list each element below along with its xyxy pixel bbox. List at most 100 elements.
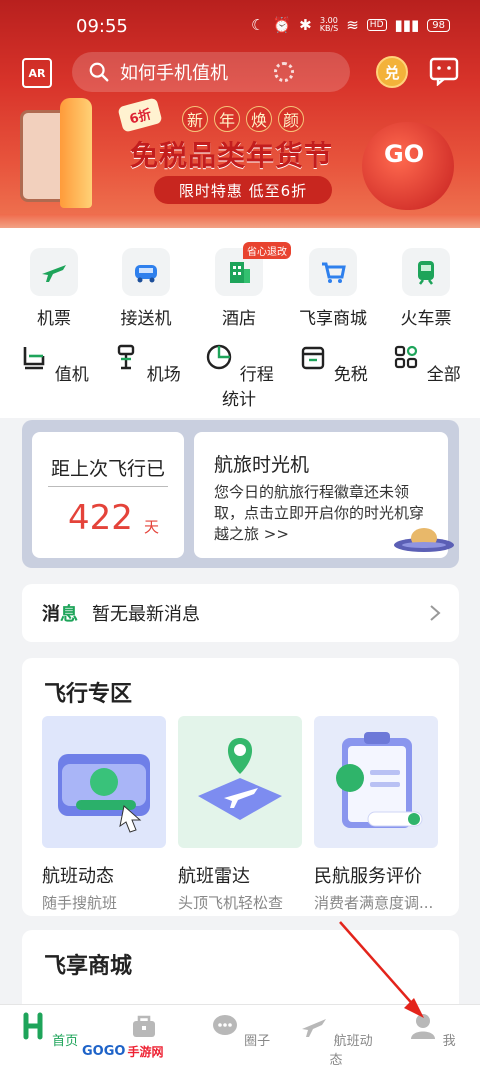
banner-subtitle: 限时特惠 低至6折 (154, 176, 332, 204)
net-speed: 3.00 KB/S (319, 16, 339, 33)
tab-me[interactable]: 我 (392, 1011, 472, 1049)
service-airport-transfer[interactable]: 接送机 (106, 248, 186, 329)
banner-char: 颜 (278, 106, 304, 132)
flight-status-card[interactable]: 航班动态 随手搜航班 (42, 716, 166, 913)
all-grid-icon (395, 345, 418, 369)
tab-flight-status[interactable]: 航班动态 (296, 1011, 376, 1068)
banner-char: 新 (182, 106, 208, 132)
plane-ticket-icon (30, 248, 78, 296)
bag-icon (133, 1015, 155, 1037)
service-badge: 省心退改 (243, 242, 291, 259)
card-title: 民航服务评价 (314, 866, 422, 887)
time-machine-card[interactable]: 距上次飞行已 422 天 航旅时光机 您今日的航旅行程徽章还未领取，点击立即开启… (22, 420, 459, 568)
alarm-icon: ⏰ (272, 16, 292, 34)
go-text: GO (384, 140, 425, 168)
service-label: 值机 (54, 365, 89, 385)
duty-free-shop-icon (302, 346, 325, 370)
airport-icon (118, 344, 135, 370)
service-checkin[interactable]: 值机 (14, 342, 94, 385)
section-title: 飞行专区 (44, 682, 133, 707)
service-trip-stats[interactable]: 行程统计 (199, 342, 279, 410)
ufo-icon (394, 528, 454, 552)
search-icon (89, 62, 109, 82)
service-flight-ticket[interactable]: 机票 (14, 248, 94, 329)
battery-icon: 98 (427, 18, 450, 32)
service-label: 免税 (333, 365, 368, 385)
service-label: 接送机 (120, 309, 172, 329)
card-subtitle: 消费者满意度调... (314, 894, 434, 912)
service-label: 酒店 (222, 309, 256, 329)
time-machine-title: 航旅时光机 (214, 454, 310, 476)
perfume-illustration (60, 98, 92, 208)
flight-zone-section: 飞行专区 航班动态 随手搜航班 航班雷达 头顶飞机轻松查 民航服务评价 消费者满… (22, 658, 459, 916)
card-title: 航班动态 (42, 866, 114, 887)
flight-radar-card[interactable]: 航班雷达 头顶飞机轻松查 (178, 716, 302, 913)
service-shop[interactable]: 飞享商城 (293, 248, 373, 329)
news-tag-part1: 消 (42, 604, 60, 625)
days-since-flight: 距上次飞行已 422 天 (32, 432, 184, 558)
chat-bubble-icon (212, 1015, 237, 1035)
moon-icon: ☾ (250, 16, 265, 34)
signal-icon: ▮▮▮ (394, 16, 420, 34)
wifi-icon: ≋ (346, 16, 359, 34)
tab-label: 航班动态 (329, 1034, 373, 1068)
service-duty-free[interactable]: 免税 (293, 342, 373, 385)
banner-char: 年 (214, 106, 240, 132)
service-label: 火车票 (400, 309, 452, 329)
watermark-part2: 手游网 (127, 1044, 164, 1059)
watermark-logo: GOGO 手游网 (78, 1038, 176, 1064)
message-icon[interactable] (428, 56, 460, 86)
divider (48, 486, 168, 487)
shopping-cart-icon (309, 248, 357, 296)
car-icon (122, 248, 170, 296)
status-bar: 09:55 ☾ ⏰ ✱ 3.00 KB/S ≋ HD ▮▮▮ 98 (0, 0, 480, 48)
service-label: 机票 (37, 309, 71, 329)
news-text: 暂无最新消息 (92, 604, 200, 625)
watermark-part1: GOGO (82, 1043, 126, 1059)
status-time: 09:55 (76, 16, 128, 37)
pie-chart-icon (207, 344, 232, 370)
promo-banner[interactable]: 09:55 ☾ ⏰ ✱ 3.00 KB/S ≋ HD ▮▮▮ 98 AR 如何手… (0, 0, 480, 236)
service-evaluation-illustration (314, 716, 438, 848)
days-unit: 天 (144, 518, 160, 536)
banner-char: 焕 (246, 106, 272, 132)
plane-icon (302, 1019, 327, 1037)
points-exchange-button[interactable]: 兑 (376, 56, 408, 88)
news-tag-part2: 息 (60, 604, 78, 625)
service-evaluation-card[interactable]: 民航服务评价 消费者满意度调... (314, 716, 438, 913)
news-bar[interactable]: 消 息 暂无最新消息 (22, 584, 459, 642)
tab-circle[interactable]: 圈子 (200, 1011, 280, 1049)
train-icon (402, 248, 450, 296)
service-label: 全部 (426, 365, 461, 385)
section-title: 飞享商城 (44, 954, 133, 979)
card-subtitle: 头顶飞机轻松查 (178, 894, 284, 912)
discount-tag: 6折 (117, 97, 163, 133)
service-all[interactable]: 全部 (386, 342, 466, 385)
status-icons: ☾ ⏰ ✱ 3.00 KB/S ≋ HD ▮▮▮ 98 (251, 16, 450, 34)
service-train-ticket[interactable]: 火车票 (386, 248, 466, 329)
service-airport[interactable]: 机场 (106, 342, 186, 385)
search-placeholder: 如何手机值机 (120, 63, 228, 84)
flight-radar-illustration (178, 716, 302, 848)
banner-title: 免税品类年货节 (130, 139, 334, 172)
banner-title-top: 新 年 焕 颜 (182, 106, 304, 132)
days-count: 422 (68, 498, 133, 538)
home-icon (23, 1012, 43, 1040)
tab-label: 圈子 (244, 1034, 271, 1049)
ar-scan-button[interactable]: AR (22, 58, 52, 88)
card-title: 航班雷达 (178, 866, 250, 887)
service-label: 机场 (146, 365, 181, 385)
service-hotel[interactable]: 省心退改 酒店 (199, 242, 291, 329)
days-since-label: 距上次飞行已 (50, 458, 165, 480)
card-subtitle: 随手搜航班 (42, 894, 118, 912)
service-label: 飞享商城 (299, 309, 367, 329)
bluetooth-icon: ✱ (299, 16, 312, 34)
checkin-seat-icon (23, 347, 45, 370)
tab-home[interactable]: 首页 (8, 1011, 88, 1049)
tab-label: 首页 (52, 1034, 79, 1049)
tab-label: 我 (442, 1034, 456, 1049)
search-bar[interactable]: 如何手机值机 (72, 52, 350, 92)
hd-badge: HD (366, 19, 387, 31)
chevron-right-icon (430, 605, 441, 621)
loading-icon (274, 62, 294, 82)
